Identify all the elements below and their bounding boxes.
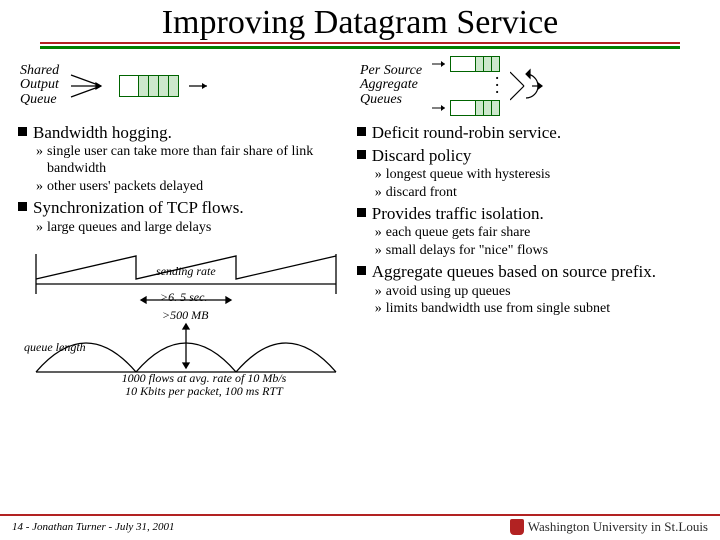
round-robin-icon bbox=[510, 64, 544, 108]
diagram-row: Shared Output Queue Per Source Aggregate… bbox=[0, 54, 720, 120]
right-column: Deficit round-robin service. Discard pol… bbox=[357, 120, 702, 385]
queue-length-label: queue length bbox=[24, 340, 86, 355]
footer-left: 14 - Jonathan Turner - July 31, 2001 bbox=[12, 521, 175, 533]
sub-bullet: single user can take more than fair shar… bbox=[47, 143, 347, 178]
bullet-text: Aggregate queues based on source prefix. bbox=[372, 261, 656, 282]
bullet-icon bbox=[18, 127, 27, 136]
left-column: Bandwidth hogging. »single user can take… bbox=[18, 120, 347, 385]
tcp-sync-chart: sending rate >6. 5 sec. >500 MB queue le… bbox=[26, 244, 346, 384]
bullet-text: Synchronization of TCP flows. bbox=[33, 197, 244, 218]
per-source-label: Per Source Aggregate Queues bbox=[360, 64, 422, 108]
sub-bullet: small delays for "nice" flows bbox=[386, 242, 548, 260]
arrow-in-icon bbox=[432, 101, 450, 115]
per-source-diagram: Per Source Aggregate Queues ··· bbox=[360, 56, 700, 116]
footer: 14 - Jonathan Turner - July 31, 2001 Was… bbox=[0, 514, 720, 536]
fan-in-icon bbox=[69, 71, 109, 101]
shared-queue-diagram: Shared Output Queue bbox=[20, 64, 360, 108]
footer-right: Washington University in St.Louis bbox=[528, 519, 708, 535]
sub-bullet: discard front bbox=[386, 184, 457, 202]
bullet-text: Discard policy bbox=[372, 145, 472, 166]
queue-icon bbox=[450, 100, 500, 116]
arrow-out-icon bbox=[189, 76, 213, 96]
title-underline bbox=[40, 42, 680, 48]
sub-bullet: large queues and large delays bbox=[47, 219, 211, 237]
shared-queue-label: Shared Output Queue bbox=[20, 64, 59, 108]
sub-bullet: other users' packets delayed bbox=[47, 178, 203, 196]
queue-icon bbox=[119, 75, 179, 97]
queue-icon bbox=[450, 56, 500, 72]
shield-icon bbox=[510, 519, 524, 535]
bullet-icon bbox=[357, 150, 366, 159]
sub-bullet: each queue gets fair share bbox=[386, 224, 531, 242]
interval-label: >6. 5 sec. bbox=[160, 290, 207, 305]
bullet-text: Bandwidth hogging. bbox=[33, 122, 172, 143]
sending-rate-label: sending rate bbox=[156, 264, 216, 279]
vertical-dots-icon: ··· bbox=[494, 75, 500, 97]
bullet-icon bbox=[357, 208, 366, 217]
sub-bullet: limits bandwidth use from single subnet bbox=[386, 300, 610, 318]
bullet-text: Deficit round-robin service. bbox=[372, 122, 561, 143]
sub-bullet: longest queue with hysteresis bbox=[386, 166, 550, 184]
bullet-text: Provides traffic isolation. bbox=[372, 203, 544, 224]
bullet-icon bbox=[357, 266, 366, 275]
slide-title: Improving Datagram Service bbox=[0, 0, 720, 42]
chart-caption: 10 Kbits per packet, 100 ms RTT bbox=[104, 385, 304, 398]
arrow-in-icon bbox=[432, 57, 450, 71]
footer-logo: Washington University in St.Louis bbox=[510, 519, 708, 535]
bullet-icon bbox=[357, 127, 366, 136]
bullet-icon bbox=[18, 202, 27, 211]
buffer-label: >500 MB bbox=[162, 308, 208, 323]
sub-bullet: avoid using up queues bbox=[386, 283, 511, 301]
